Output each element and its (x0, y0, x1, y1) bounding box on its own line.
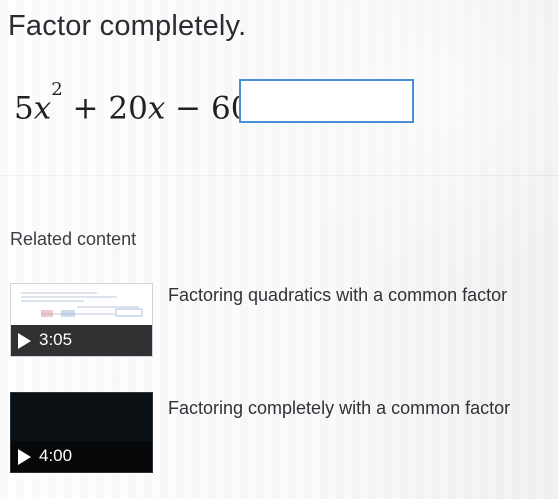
exponent: 2 (51, 79, 63, 100)
video-thumbnail-2[interactable]: 4:00 (10, 392, 153, 473)
lesson-preview-lines (21, 292, 143, 317)
video-duration: 4:00 (39, 446, 73, 465)
play-icon[interactable] (18, 449, 31, 465)
minus-operator: − (175, 90, 202, 127)
play-icon[interactable] (18, 333, 31, 349)
related-content-heading: Related content (10, 229, 137, 249)
variable-x-squared: x (33, 90, 52, 127)
related-video-link-2[interactable]: Factoring completely with a common facto… (168, 396, 510, 420)
video-duration: 3:05 (39, 330, 73, 349)
plus-operator: + (72, 90, 99, 127)
section-divider (0, 175, 558, 176)
coefficient-a: 5 (14, 90, 34, 127)
variable-x: x (147, 90, 166, 127)
video-thumbnail-1[interactable]: 3:05 (10, 283, 153, 357)
question-title: Factor completely. (8, 10, 247, 42)
answer-input[interactable] (239, 79, 414, 123)
khan-exercise-page: Factor completely. 5x2 + 20x − 60 = Rela… (0, 0, 558, 499)
video-duration-bar: 4:00 (11, 441, 152, 472)
coefficient-b: 20 (108, 90, 148, 127)
related-video-link-1[interactable]: Factoring quadratics with a common facto… (168, 283, 507, 307)
video-duration-bar: 3:05 (11, 325, 152, 356)
